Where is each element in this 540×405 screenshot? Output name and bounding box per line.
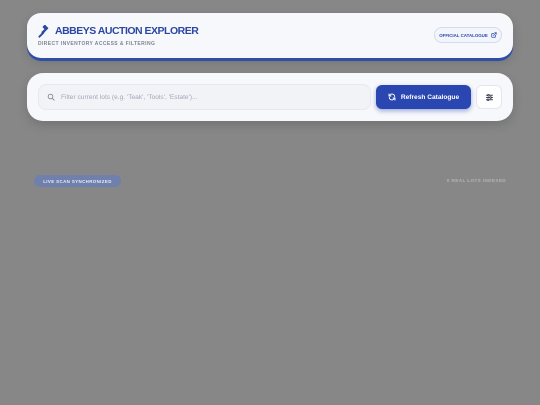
lot-count-text: 0 REAL LOTS INDEXED <box>446 178 506 183</box>
search-toolbar: Refresh Catalogue <box>27 73 513 121</box>
search-icon <box>47 93 55 101</box>
sliders-icon <box>485 93 493 101</box>
refresh-icon <box>388 93 396 101</box>
external-link-icon <box>491 32 497 38</box>
page-title: ABBEYS AUCTION EXPLORER <box>55 25 199 37</box>
live-status-badge: LIVE SCAN SYNCHRONIZED <box>34 175 121 187</box>
search-input[interactable] <box>61 87 366 107</box>
official-catalogue-button[interactable]: OFFICIAL CATALOGUE <box>434 27 502 43</box>
gavel-icon <box>38 25 49 38</box>
header-card: ABBEYS AUCTION EXPLORER DIRECT INVENTORY… <box>27 13 513 58</box>
search-field[interactable] <box>38 84 371 110</box>
refresh-catalogue-label: Refresh Catalogue <box>400 93 460 101</box>
filter-settings-button[interactable] <box>476 85 502 109</box>
page-subtitle: DIRECT INVENTORY ACCESS & FILTERING <box>38 41 156 47</box>
refresh-catalogue-button[interactable]: Refresh Catalogue <box>376 85 471 109</box>
official-catalogue-label: OFFICIAL CATALOGUE <box>439 32 488 38</box>
